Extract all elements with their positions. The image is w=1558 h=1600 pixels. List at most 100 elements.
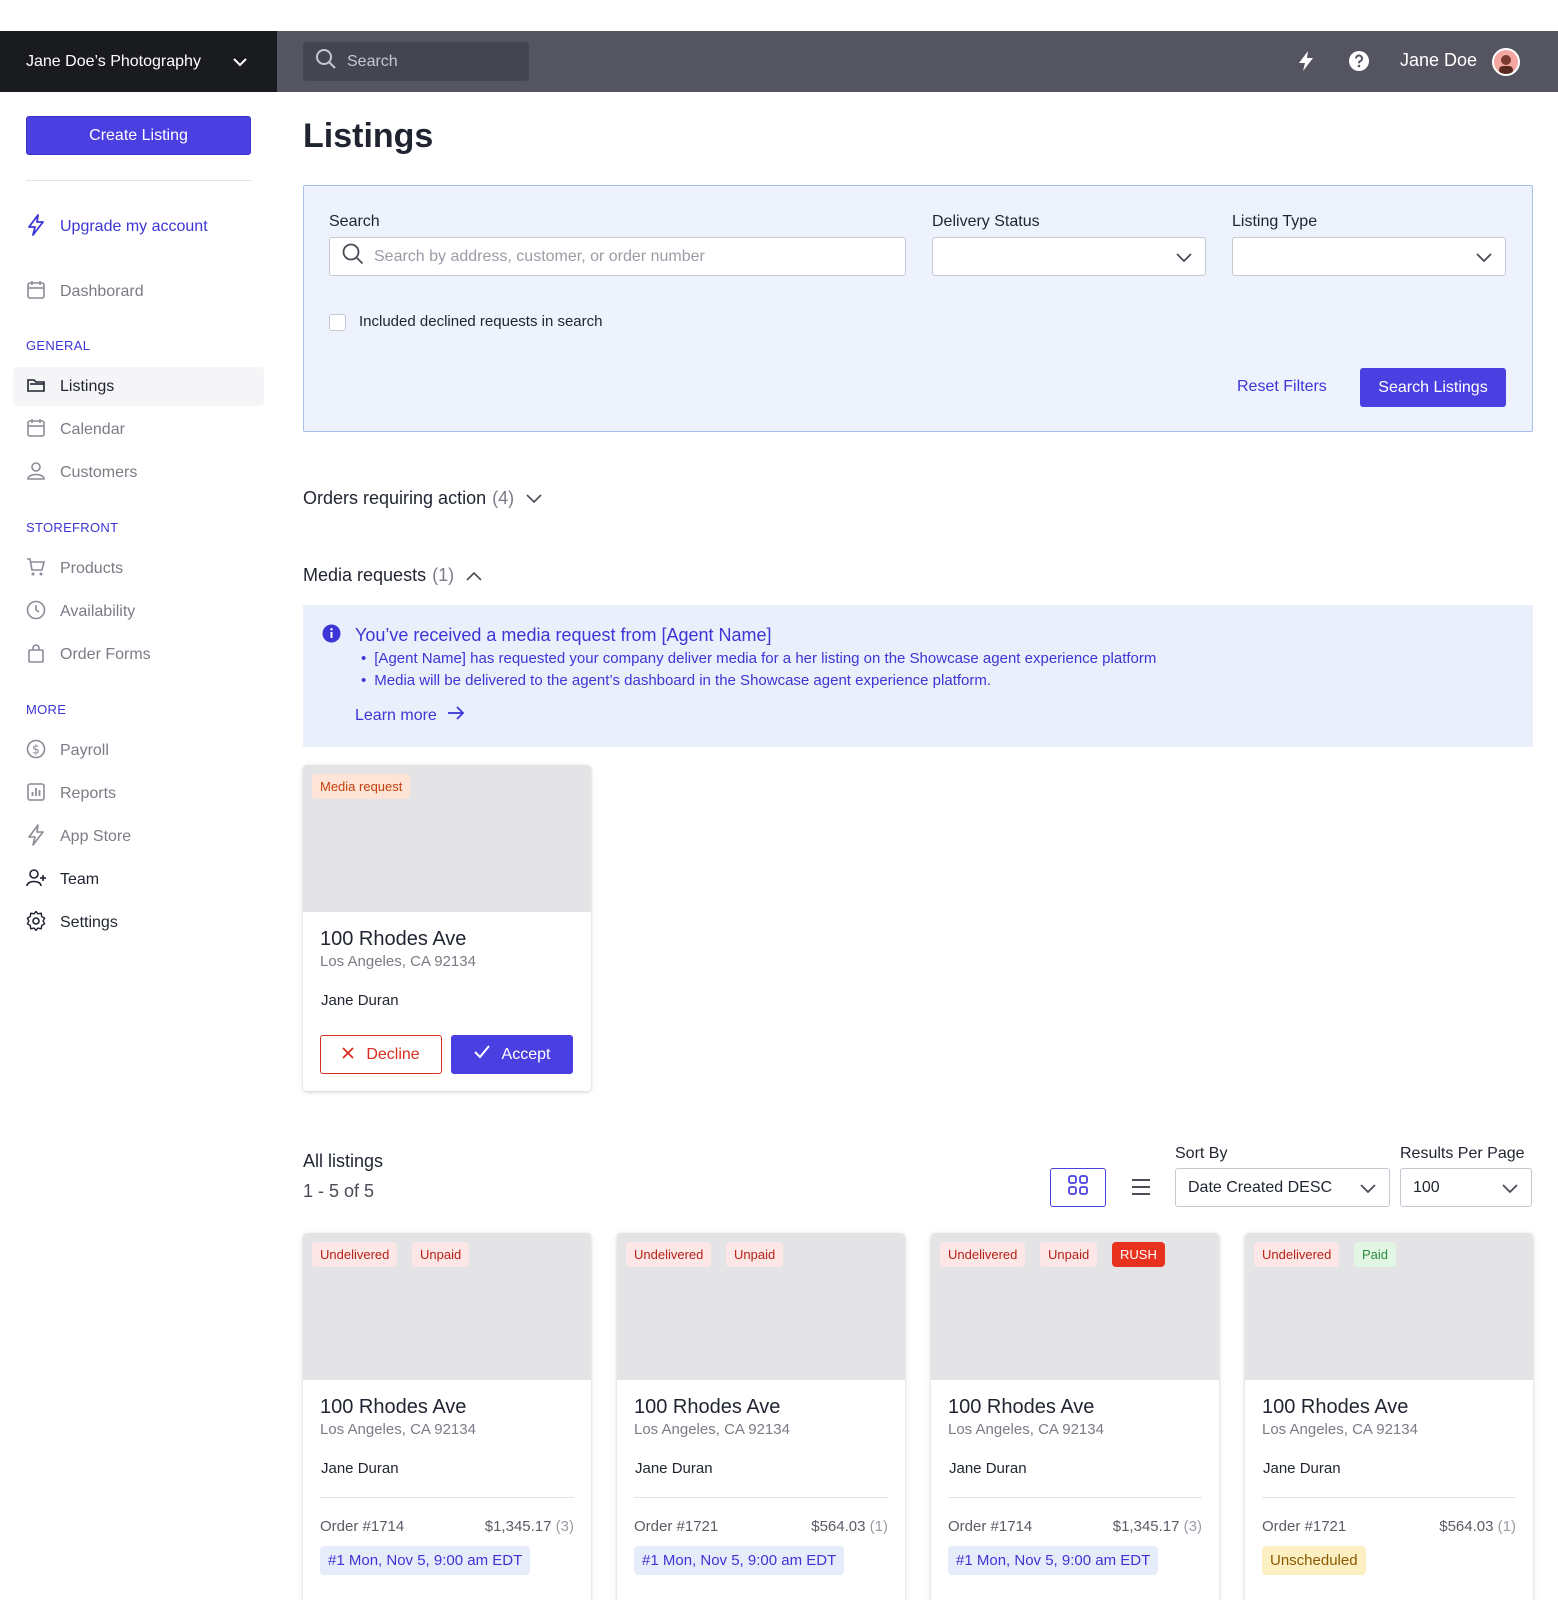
sidebar-item-dashboard[interactable]: Dashborard bbox=[26, 275, 144, 309]
chevron-up-icon bbox=[466, 565, 482, 586]
amount-value: $564.03 bbox=[811, 1518, 866, 1535]
order-number: Order #1721 bbox=[1262, 1518, 1347, 1535]
brand-switcher[interactable]: Jane Doe’s Photography bbox=[0, 31, 277, 92]
sidebar-item-products[interactable]: Products bbox=[26, 552, 123, 586]
sidebar-item-label: Payroll bbox=[60, 742, 109, 759]
amount-qty: (3) bbox=[555, 1518, 574, 1535]
status-badge: Undelivered bbox=[312, 1242, 398, 1267]
amount-qty: (1) bbox=[869, 1518, 888, 1535]
listing-card[interactable]: Undelivered Paid 100 Rhodes Ave Los Ange… bbox=[1245, 1233, 1533, 1600]
sidebar-item-settings[interactable]: Settings bbox=[26, 906, 118, 940]
sidebar-section-general: GENERAL bbox=[26, 338, 91, 353]
info-bullet: Media will be delivered to the agent’s d… bbox=[361, 672, 991, 689]
sidebar-section-more: MORE bbox=[26, 702, 67, 717]
include-declined-checkbox[interactable] bbox=[329, 314, 346, 331]
check-icon bbox=[473, 1045, 502, 1064]
sidebar-item-label: Products bbox=[60, 560, 124, 577]
create-listing-button[interactable]: Create Listing bbox=[26, 116, 251, 155]
amount-value: $1,345.17 bbox=[1112, 1518, 1180, 1535]
sidebar-item-label: Settings bbox=[60, 914, 118, 931]
amount-qty: (3) bbox=[1183, 1518, 1202, 1535]
amount-value: $1,345.17 bbox=[484, 1518, 552, 1535]
chevron-down-icon bbox=[1175, 251, 1193, 269]
include-declined-label: Included declined requests in search bbox=[359, 313, 603, 330]
sidebar-item-order-forms[interactable]: Order Forms bbox=[26, 638, 151, 672]
orders-requiring-action-toggle[interactable]: Orders requiring action (4) bbox=[303, 488, 542, 509]
listing-card[interactable]: Undelivered Unpaid 100 Rhodes Ave Los An… bbox=[617, 1233, 905, 1600]
listing-search-input[interactable]: Search by address, customer, or order nu… bbox=[329, 237, 906, 276]
sidebar-item-app-store[interactable]: App Store bbox=[26, 820, 131, 854]
results-per-page-value: 100 bbox=[1413, 1178, 1440, 1196]
amount-value: $564.03 bbox=[1439, 1518, 1494, 1535]
payment-badge: Unpaid bbox=[412, 1242, 470, 1267]
amount-qty: (1) bbox=[1497, 1518, 1516, 1535]
listing-card[interactable]: Undelivered Unpaid RUSH 100 Rhodes Ave L… bbox=[931, 1233, 1219, 1600]
accept-button[interactable]: Accept bbox=[451, 1035, 573, 1074]
media-request-badge: Media request bbox=[312, 774, 411, 799]
order-number: Order #1714 bbox=[320, 1518, 405, 1535]
delivery-status-select[interactable] bbox=[932, 237, 1206, 276]
media-request-card[interactable]: Media request 100 Rhodes Ave Los Angeles… bbox=[303, 765, 591, 1091]
decline-button[interactable]: Decline bbox=[320, 1035, 442, 1074]
top-header: Jane Doe’s Photography Search Jane Doe bbox=[0, 31, 1558, 92]
sidebar-item-label: Calendar bbox=[60, 421, 125, 438]
payment-badge: Unpaid bbox=[726, 1242, 784, 1267]
lightning-icon[interactable] bbox=[1296, 50, 1316, 77]
sidebar-item-listings[interactable]: Listings bbox=[26, 370, 114, 404]
sidebar-item-availability[interactable]: Availability bbox=[26, 595, 135, 629]
learn-more-link[interactable]: Learn more bbox=[355, 705, 465, 726]
help-icon[interactable] bbox=[1348, 50, 1370, 77]
results-range: 1 - 5 of 5 bbox=[303, 1181, 375, 1201]
sort-by-label: Sort By bbox=[1175, 1145, 1228, 1162]
grid-view-button[interactable] bbox=[1050, 1168, 1106, 1207]
cart-icon bbox=[26, 557, 60, 582]
section-label: Media requests bbox=[303, 565, 427, 585]
avatar[interactable] bbox=[1492, 48, 1520, 76]
search-listings-button[interactable]: Search Listings bbox=[1360, 368, 1506, 407]
media-requests-toggle[interactable]: Media requests (1) bbox=[303, 565, 482, 586]
learn-more-label: Learn more bbox=[355, 706, 437, 724]
appointment-badge: Unscheduled bbox=[1262, 1546, 1366, 1575]
search-icon bbox=[342, 243, 374, 270]
rush-badge: RUSH bbox=[1112, 1242, 1165, 1267]
order-amount: $564.03 (1) bbox=[811, 1518, 888, 1535]
payment-badge: Unpaid bbox=[1040, 1242, 1098, 1267]
listing-card[interactable]: Undelivered Unpaid 100 Rhodes Ave Los An… bbox=[303, 1233, 591, 1600]
results-per-page-label: Results Per Page bbox=[1400, 1145, 1525, 1162]
clock-icon bbox=[26, 600, 60, 625]
listing-customer: Jane Duran bbox=[321, 992, 399, 1009]
info-icon bbox=[322, 624, 341, 648]
sidebar-item-upgrade[interactable]: Upgrade my account bbox=[26, 210, 208, 244]
sidebar-item-payroll[interactable]: $ Payroll bbox=[26, 734, 109, 768]
arrow-right-icon bbox=[437, 705, 465, 726]
card-divider bbox=[320, 1497, 574, 1498]
sidebar-item-label: Customers bbox=[60, 464, 138, 481]
list-view-button[interactable] bbox=[1131, 1178, 1151, 1201]
sidebar-item-label: Reports bbox=[60, 785, 117, 802]
user-name[interactable]: Jane Doe bbox=[1400, 50, 1477, 71]
filter-panel: Search Search by address, customer, or o… bbox=[303, 185, 1533, 432]
chevron-down-icon bbox=[1475, 251, 1493, 269]
sidebar-item-calendar[interactable]: Calendar bbox=[26, 413, 125, 447]
sidebar-item-customers[interactable]: Customers bbox=[26, 456, 137, 490]
listing-type-select[interactable] bbox=[1232, 237, 1506, 276]
card-divider bbox=[634, 1497, 888, 1498]
order-number: Order #1721 bbox=[634, 1518, 719, 1535]
header-search[interactable]: Search bbox=[303, 42, 529, 81]
list-icon bbox=[1131, 1179, 1151, 1200]
results-per-page-select[interactable]: 100 bbox=[1400, 1168, 1532, 1207]
sidebar-item-label: Order Forms bbox=[60, 646, 151, 663]
payment-badge: Paid bbox=[1354, 1242, 1397, 1267]
bar-chart-icon bbox=[26, 782, 60, 807]
search-icon bbox=[315, 48, 347, 75]
order-number: Order #1714 bbox=[948, 1518, 1033, 1535]
search-placeholder: Search by address, customer, or order nu… bbox=[374, 247, 705, 265]
sidebar-item-team[interactable]: Team bbox=[26, 863, 99, 897]
grid-icon bbox=[1067, 1174, 1089, 1201]
reset-filters-link[interactable]: Reset Filters bbox=[1237, 378, 1327, 396]
lightning-icon bbox=[26, 823, 60, 851]
sidebar-item-reports[interactable]: Reports bbox=[26, 777, 116, 811]
sort-by-select[interactable]: Date Created DESC bbox=[1175, 1168, 1390, 1207]
listing-address: 100 Rhodes Ave bbox=[320, 928, 467, 950]
sidebar-section-storefront: STOREFRONT bbox=[26, 520, 119, 535]
